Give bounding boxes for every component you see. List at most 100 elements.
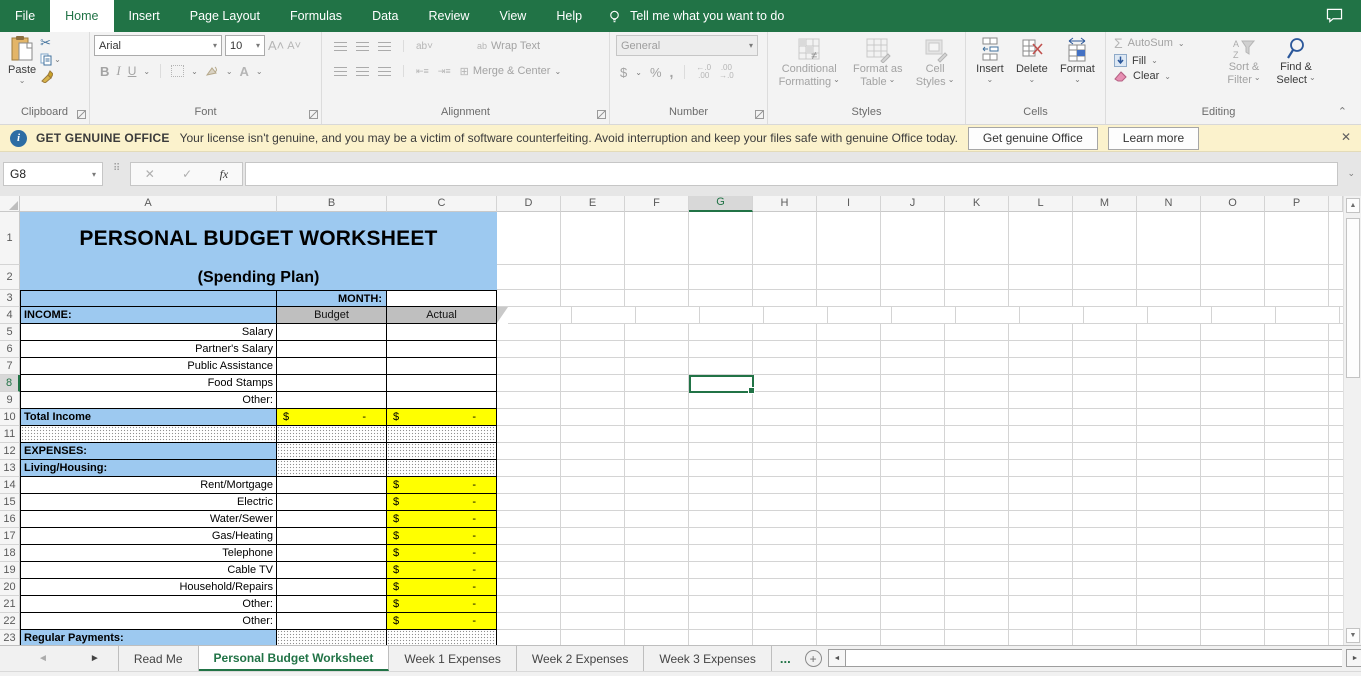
merge-center-button[interactable]: ⊞Merge & Center⌄ — [460, 65, 562, 78]
find-select-button[interactable]: Find & Select⌄ — [1270, 35, 1322, 105]
empty-cells-17[interactable] — [497, 528, 1343, 545]
cell-C7[interactable] — [387, 358, 497, 375]
cell-A7[interactable]: Public Assistance — [20, 358, 277, 375]
col-header-L[interactable]: L — [1009, 196, 1073, 212]
align-top-icon[interactable] — [334, 42, 347, 51]
cell-C16[interactable]: $- — [387, 511, 497, 528]
empty-cells-8[interactable] — [497, 375, 1343, 392]
cell-A18[interactable]: Telephone — [20, 545, 277, 562]
cell-A22[interactable]: Other: — [20, 613, 277, 630]
cell-B18[interactable] — [277, 545, 387, 562]
empty-cells-6[interactable] — [497, 341, 1343, 358]
row-header-2[interactable]: 2 — [0, 265, 20, 290]
vertical-scrollbar[interactable]: ▲ ▼ — [1343, 196, 1361, 645]
col-header-J[interactable]: J — [881, 196, 945, 212]
select-all-corner[interactable] — [0, 196, 20, 212]
cell-A6[interactable]: Partner's Salary — [20, 341, 277, 358]
tell-me[interactable]: Tell me what you want to do — [597, 0, 794, 32]
font-name-combo[interactable]: Arial▾ — [94, 35, 222, 56]
col-header-F[interactable]: F — [625, 196, 689, 212]
col-header-D[interactable]: D — [497, 196, 561, 212]
cell-B5[interactable] — [277, 324, 387, 341]
ribbon-tab-data[interactable]: Data — [357, 0, 413, 32]
row-header-16[interactable]: 16 — [0, 511, 20, 528]
cell-C8[interactable] — [387, 375, 497, 392]
empty-cells-11[interactable] — [497, 426, 1343, 443]
row-header-18[interactable]: 18 — [0, 545, 20, 562]
col-header-M[interactable]: M — [1073, 196, 1137, 212]
align-middle-icon[interactable] — [356, 42, 369, 51]
cell-C19[interactable]: $- — [387, 562, 497, 579]
align-right-icon[interactable] — [378, 67, 391, 76]
empty-cells-22[interactable] — [497, 613, 1343, 630]
borders-button[interactable] — [171, 65, 184, 77]
empty-cells-3[interactable] — [497, 290, 1343, 307]
ribbon-tab-file[interactable]: File — [0, 0, 50, 32]
cell-C20[interactable]: $- — [387, 579, 497, 596]
scroll-down-button[interactable]: ▼ — [1346, 628, 1360, 643]
cell-B13[interactable] — [277, 460, 387, 477]
cell-A19[interactable]: Cable TV — [20, 562, 277, 579]
format-painter-button[interactable] — [40, 70, 53, 83]
orientation-button[interactable]: ab˅ — [416, 41, 433, 52]
horizontal-scroll-thumb[interactable] — [846, 649, 1342, 667]
align-left-icon[interactable] — [334, 67, 347, 76]
cell-A5[interactable]: Salary — [20, 324, 277, 341]
empty-cells-16[interactable] — [497, 511, 1343, 528]
selected-cell-G8[interactable] — [689, 375, 754, 393]
cell-B7[interactable] — [277, 358, 387, 375]
sheet-tab-personal-budget-worksheet[interactable]: Personal Budget Worksheet — [199, 646, 390, 671]
col-header-B[interactable]: B — [277, 196, 387, 212]
col-header-N[interactable]: N — [1137, 196, 1201, 212]
ribbon-tab-help[interactable]: Help — [541, 0, 597, 32]
sheet-tab-week-1-expenses[interactable]: Week 1 Expenses — [389, 646, 517, 671]
cell-C13[interactable] — [387, 460, 497, 477]
number-dialog-launcher[interactable] — [755, 110, 764, 119]
empty-cells-9[interactable] — [497, 392, 1343, 409]
cell-C17[interactable]: $- — [387, 528, 497, 545]
row-header-14[interactable]: 14 — [0, 477, 20, 494]
cell-styles-button[interactable]: Cell Styles⌄ — [912, 35, 959, 105]
cell-A3[interactable] — [20, 290, 277, 307]
cell-A14[interactable]: Rent/Mortgage — [20, 477, 277, 494]
row-header-9[interactable]: 9 — [0, 392, 20, 409]
font-size-combo[interactable]: 10▾ — [225, 35, 265, 56]
cut-button[interactable]: ✂ — [40, 37, 61, 49]
comma-button[interactable]: , — [670, 64, 674, 80]
empty-cells-15[interactable] — [497, 494, 1343, 511]
bold-button[interactable]: B — [100, 64, 109, 79]
row-header-3[interactable]: 3 — [0, 290, 20, 307]
row-header-13[interactable]: 13 — [0, 460, 20, 477]
col-header-E[interactable]: E — [561, 196, 625, 212]
row-header-5[interactable]: 5 — [0, 324, 20, 341]
cell-C23[interactable] — [387, 630, 497, 645]
cell-C11[interactable] — [387, 426, 497, 443]
delete-cells-button[interactable]: Delete ⌄ — [1012, 35, 1052, 105]
col-header-partial[interactable] — [1329, 196, 1343, 212]
cell-B14[interactable] — [277, 477, 387, 494]
increase-decimal-button[interactable]: ←.0.00 — [696, 64, 711, 80]
scroll-up-button[interactable]: ▲ — [1346, 198, 1360, 213]
comment-icon[interactable] — [1326, 8, 1343, 23]
learn-more-button[interactable]: Learn more — [1108, 127, 1199, 150]
clipboard-dialog-launcher[interactable] — [77, 110, 86, 119]
increase-indent-icon[interactable]: ⇥≡ — [438, 66, 451, 77]
ribbon-tab-page-layout[interactable]: Page Layout — [175, 0, 275, 32]
cell-A4[interactable]: INCOME: — [20, 307, 277, 324]
fill-color-dropdown-chevron[interactable]: ⌄ — [226, 68, 233, 75]
cell-A20[interactable]: Household/Repairs — [20, 579, 277, 596]
cell-B20[interactable] — [277, 579, 387, 596]
row-header-17[interactable]: 17 — [0, 528, 20, 545]
cell-A15[interactable]: Electric — [20, 494, 277, 511]
ribbon-tab-home[interactable]: Home — [50, 0, 113, 32]
name-box[interactable]: G8 ▾ — [3, 162, 103, 186]
insert-function-icon[interactable]: fx — [220, 167, 229, 182]
formula-input[interactable] — [245, 162, 1338, 186]
cell-C21[interactable]: $- — [387, 596, 497, 613]
empty-cells-5[interactable] — [497, 324, 1343, 341]
empty-cells-19[interactable] — [497, 562, 1343, 579]
collapse-ribbon-chevron[interactable]: ⌃ — [1338, 105, 1347, 118]
row-header-4[interactable]: 4 — [0, 307, 20, 324]
empty-cells-20[interactable] — [497, 579, 1343, 596]
format-cells-button[interactable]: Format ⌄ — [1056, 35, 1099, 105]
